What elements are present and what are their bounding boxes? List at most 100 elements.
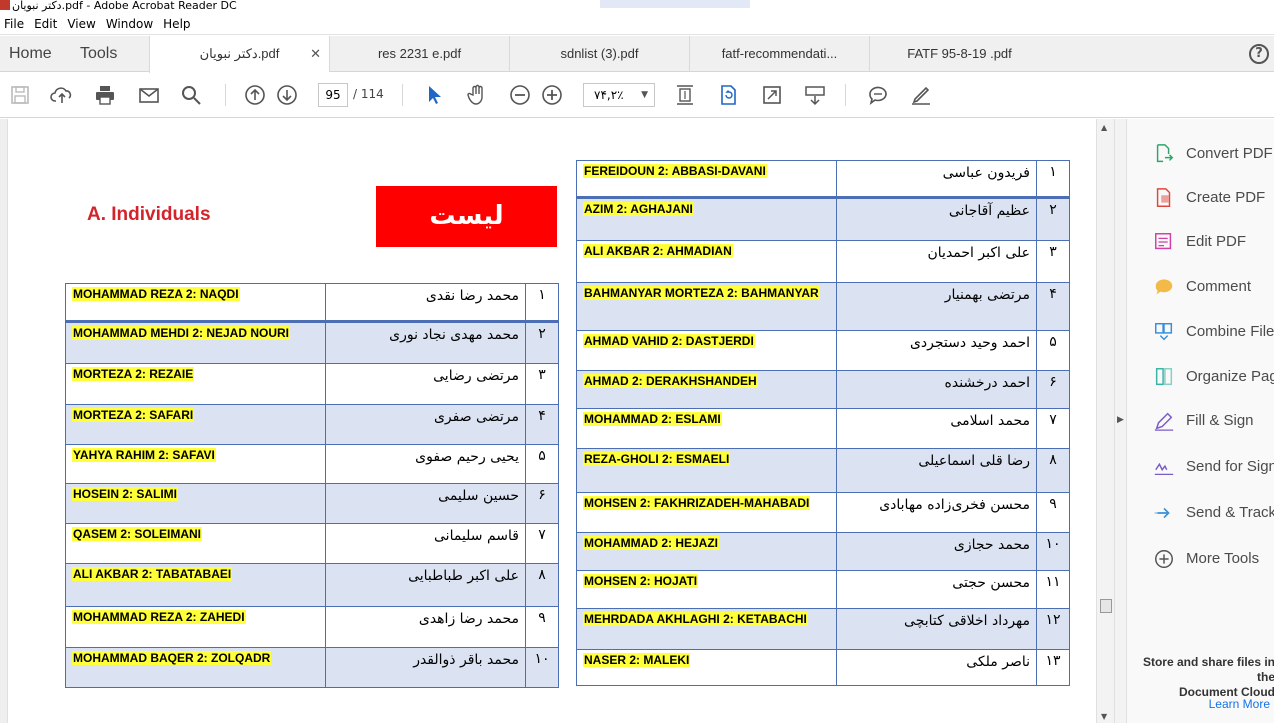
upload-cloud-icon[interactable] — [50, 83, 74, 107]
row-number: ۹ — [1036, 492, 1070, 533]
email-icon[interactable] — [137, 83, 161, 107]
tool-create-pdf[interactable]: Create PDF — [1127, 183, 1274, 213]
tool-label: Organize Pages — [1186, 368, 1274, 385]
tab-document[interactable]: sdnlist (3).pdf — [509, 36, 689, 72]
print-icon[interactable] — [93, 83, 117, 107]
english-name-cell: AHMAD 2: DERAKHSHANDEH — [576, 370, 837, 409]
tool-label: Combine Files — [1186, 323, 1274, 340]
next-page-icon[interactable] — [275, 83, 299, 107]
menu-edit[interactable]: Edit — [30, 14, 63, 33]
tool-convert-pdf[interactable]: Convert PDF — [1127, 139, 1274, 169]
title-decoration — [600, 0, 750, 8]
english-name-cell: MORTEZA 2: REZAIE — [65, 363, 326, 405]
search-icon[interactable] — [179, 83, 203, 107]
table-row: ALI AKBAR 2: TABATABAEI علی اکبر طباطبایی… — [65, 563, 559, 607]
english-name-cell: AZIM 2: AGHAJANI — [576, 196, 837, 241]
tool-label: More Tools — [1186, 550, 1260, 567]
table-row: MOHAMMAD BAQER 2: ZOLQADR محمد باقر ذوالق… — [65, 647, 559, 688]
chevron-right-icon: ▶ — [1117, 415, 1124, 425]
english-name-cell: NASER 2: MALEKI — [576, 649, 837, 686]
scroll-down-icon[interactable]: ▼ — [1101, 712, 1107, 721]
english-name: MOHSEN 2: HOJATI — [583, 574, 699, 588]
convert-pdf-icon — [1153, 143, 1175, 165]
tool-combine-files[interactable]: Combine Files — [1127, 317, 1274, 347]
table-row: YAHYA RAHIM 2: SAFAVI یحیی رحیم صفوی ۵ — [65, 444, 559, 484]
left-sanctions-table: MOHAMMAD REZA 2: NAQDI محمد رضا نقدی ۱ MOHA… — [65, 283, 559, 688]
previous-page-icon[interactable] — [243, 83, 267, 107]
zoom-in-icon[interactable] — [540, 83, 564, 107]
select-cursor-icon[interactable] — [422, 83, 446, 107]
table-row: BAHMANYAR MORTEZA 2: BAHMANYAR مرتضی بهمن… — [576, 282, 1070, 331]
vertical-scrollbar[interactable]: ▲ ▼ — [1096, 119, 1114, 723]
table-row: MORTEZA 2: SAFARI مرتضی صفری ۴ — [65, 404, 559, 445]
persian-name: محسن فخری‌زاده مهابادی — [836, 492, 1037, 533]
left-panel-handle[interactable] — [0, 119, 8, 723]
tool-label: Send & Track — [1186, 504, 1274, 521]
english-name-cell: FEREIDOUN 2: ABBASI-DAVANI — [576, 160, 837, 198]
nav-tools[interactable]: Tools — [80, 36, 117, 72]
english-name-cell: HOSEIN 2: SALIMI — [65, 483, 326, 524]
row-number: ۲ — [1036, 196, 1070, 241]
hand-tool-icon[interactable] — [465, 83, 489, 107]
zoom-level-select[interactable]: ۷۴,۲٪ ▼ — [583, 83, 655, 107]
page-total: / 114 — [353, 87, 384, 101]
tools-panel-toggle[interactable]: ▶ — [1114, 119, 1126, 723]
tool-fill-sign[interactable]: Fill & Sign — [1127, 406, 1274, 436]
tab-document[interactable]: fatf-recommendati... — [689, 36, 869, 72]
row-number: ۱۰ — [525, 647, 559, 688]
comment-icon[interactable] — [866, 83, 890, 107]
english-name-cell: MOHAMMAD BAQER 2: ZOLQADR — [65, 647, 326, 688]
table-row: HOSEIN 2: SALIMI حسین سلیمی ۶ — [65, 483, 559, 524]
tool-edit-pdf[interactable]: Edit PDF — [1127, 227, 1274, 257]
menu-help[interactable]: Help — [159, 14, 196, 33]
english-name-cell: REZA-GHOLI 2: ESMAELI — [576, 448, 837, 493]
english-name: MOHAMMAD BAQER 2: ZOLQADR — [72, 651, 272, 665]
highlight-pen-icon[interactable] — [909, 83, 933, 107]
help-icon[interactable]: ? — [1249, 44, 1269, 64]
nav-home[interactable]: Home — [9, 36, 52, 72]
document-view[interactable]: A. Individuals لیست تحریمی ۲۲۳۱ MOHAMMAD… — [0, 119, 1096, 723]
tool-send-track[interactable]: Send & Track — [1127, 498, 1274, 528]
title-bar: دکتر نبویان.pdf - Adobe Acrobat Reader D… — [0, 0, 1274, 14]
table-row: MOHAMMAD REZA 2: ZAHEDI محمد رضا زاهدی ۹ — [65, 606, 559, 648]
english-name-cell: QASEM 2: SOLEIMANI — [65, 523, 326, 564]
organize-pages-icon — [1153, 366, 1175, 388]
row-number: ۵ — [1036, 330, 1070, 371]
persian-name: یحیی رحیم صفوی — [325, 444, 526, 484]
row-number: ۳ — [525, 363, 559, 405]
scroll-up-icon[interactable]: ▲ — [1101, 123, 1107, 132]
tool-send-signature[interactable]: Send for Signature — [1127, 452, 1274, 482]
persian-name: قاسم سلیمانی — [325, 523, 526, 564]
persian-name: محمد رضا زاهدی — [325, 606, 526, 648]
menu-view[interactable]: View — [63, 14, 101, 33]
learn-more-link[interactable]: Learn More — [1209, 697, 1270, 711]
fit-page-scroll-icon[interactable] — [673, 83, 697, 107]
table-row: MOHAMMAD 2: HEJAZI محمد حجازی ۱۰ — [576, 532, 1070, 571]
rotate-page-icon[interactable] — [716, 83, 740, 107]
tool-comment[interactable]: Comment — [1127, 272, 1274, 302]
zoom-out-icon[interactable] — [508, 83, 532, 107]
tool-more-tools[interactable]: More Tools — [1127, 544, 1274, 574]
full-screen-icon[interactable] — [760, 83, 784, 107]
window-title: دکتر نبویان.pdf - Adobe Acrobat Reader D… — [12, 0, 237, 12]
persian-name: مهرداد اخلاقی کتابچی — [836, 608, 1037, 650]
scroll-mode-icon[interactable] — [803, 83, 827, 107]
tool-organize-pages[interactable]: Organize Pages — [1127, 362, 1274, 392]
page-number-input[interactable]: 95 — [318, 83, 348, 107]
tab-document[interactable]: res 2231 e.pdf — [329, 36, 509, 72]
scrollbar-thumb[interactable] — [1100, 599, 1112, 613]
tab-label: sdnlist (3).pdf — [560, 46, 639, 61]
tab-document-active[interactable]: دکتر نبویان.pdf ✕ — [149, 36, 329, 73]
acrobat-window: دکتر نبویان.pdf - Adobe Acrobat Reader D… — [0, 0, 1274, 723]
save-icon[interactable] — [8, 83, 32, 107]
persian-name: محمد مهدی نجاد نوری — [325, 320, 526, 364]
close-tab-icon[interactable]: ✕ — [310, 36, 321, 72]
menu-window[interactable]: Window — [102, 14, 159, 33]
tab-document[interactable]: FATF 95-8-19 .pdf — [869, 36, 1049, 72]
english-name-cell: MOHAMMAD REZA 2: ZAHEDI — [65, 606, 326, 648]
toolbar: 95 / 114 ۷۴,۲٪ ▼ — [0, 73, 1274, 118]
menu-file[interactable]: File — [0, 14, 30, 33]
row-number: ۲ — [525, 320, 559, 364]
toolbar-divider — [402, 84, 403, 106]
zoom-value: ۷۴,۲٪ — [594, 88, 624, 102]
